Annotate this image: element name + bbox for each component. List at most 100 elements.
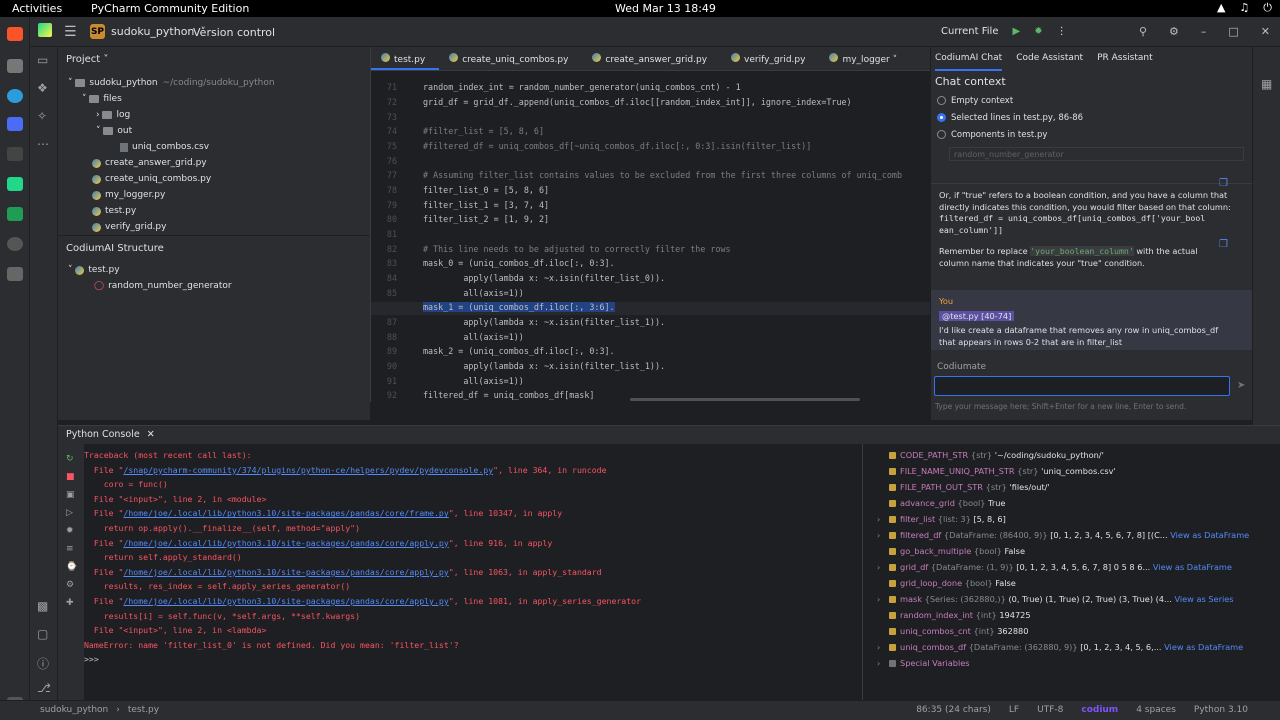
expand-arrow-icon[interactable]: › [877,514,889,524]
codium-chat-icon[interactable]: ▦ [1261,77,1272,91]
minimize-icon[interactable]: – [1201,25,1207,38]
git-icon[interactable]: ⎇ [37,681,51,695]
editor-horizontal-scrollbar[interactable] [630,398,860,401]
trash-icon[interactable] [7,267,23,281]
code-line[interactable]: filter_list_1 = [3, 7, 4] [423,200,549,210]
problems-icon[interactable]: ⓘ [37,655,49,672]
variable-row[interactable]: › Special Variables [877,658,970,668]
expand-arrow-icon[interactable]: › [877,642,889,652]
code-line[interactable]: #filtered_df = uniq_combos_df[~uniq_comb… [423,141,811,151]
tree-item-py[interactable]: create_answer_grid.py [58,155,370,171]
variable-row[interactable]: advance_grid {bool} True [877,498,1005,508]
variable-row[interactable]: › filtered_df {DataFrame: (86400, 9)} [0,… [877,530,1249,540]
code-area[interactable]: 71 random_index_int = random_number_gene… [371,80,931,402]
line-separator[interactable]: LF [1009,705,1019,715]
add-console-icon[interactable]: ✚ [66,598,74,608]
version-control-menu[interactable]: Version control [193,26,275,39]
maximize-icon[interactable]: □ [1228,25,1238,38]
tab-codiumai-chat[interactable]: CodiumAI Chat [935,53,1003,71]
traceback-file-link[interactable]: /home/joe/.local/lib/python3.10/site-pac… [123,538,448,548]
context-option-selected-lines[interactable]: Selected lines in test.py, 86-86 [931,109,1252,126]
variable-row[interactable]: grid_loop_done {bool} False [877,578,1016,588]
code-line[interactable]: all(axis=1)) [423,288,524,298]
power-icon[interactable]: ⏻ [1263,1,1272,15]
context-option-components[interactable]: Components in test.py [931,126,1252,143]
tree-item-csv[interactable]: uniq_combos.csv [58,139,370,155]
system-tray[interactable]: ▲ ♫ ⏻ [1217,1,1272,15]
view-as-link[interactable]: View as Series [1174,594,1233,604]
code-line[interactable]: grid_df = grid_df._append(uniq_combos_df… [423,97,852,107]
terminal-icon[interactable] [7,147,23,161]
structure-symbol[interactable]: ◯ random_number_generator [58,278,370,294]
project-tool-icon[interactable]: ▭ [37,53,48,67]
codium-tool-icon[interactable]: ✧ [37,109,47,123]
execute-icon[interactable]: ▷ [66,508,73,518]
variable-row[interactable]: random_index_int {int} 194725 [877,610,1031,620]
code-line[interactable]: filtered_df = uniq_combos_df[mask] [423,390,594,400]
more-tools-icon[interactable]: ⋯ [37,137,49,151]
network-icon[interactable]: ▲ [1217,1,1225,15]
codium-status[interactable]: codium [1081,705,1118,715]
expand-arrow-icon[interactable]: › [877,562,889,572]
activities-button[interactable]: Activities [12,2,62,15]
tree-item-py[interactable]: test.py [58,203,370,219]
variable-row[interactable]: go_back_multiple {bool} False [877,546,1025,556]
view-as-link[interactable]: View as DataFrame [1164,642,1243,652]
pycharm-dock-icon[interactable] [7,177,23,191]
code-line[interactable]: filter_list_0 = [5, 8, 6] [423,185,549,195]
expand-arrow-icon[interactable]: › [877,658,889,668]
code-line[interactable]: random_index_int = random_number_generat… [423,82,741,92]
tree-item-out[interactable]: ˅ out [58,123,370,139]
expand-arrow-icon[interactable]: › [877,594,889,604]
code-line[interactable]: all(axis=1)) [423,332,524,342]
copy-icon[interactable]: ❐ [1219,178,1228,189]
code-line[interactable]: apply(lambda x: ~x.isin(filter_list_1)). [423,317,665,327]
breadcrumb-file[interactable]: test.py [128,705,159,715]
tree-item-log[interactable]: › log [58,107,370,123]
variable-row[interactable]: › grid_df {DataFrame: (1, 9)} [0, 1, 2, 3… [877,562,1232,572]
more-icon[interactable]: ⋮ [1057,26,1067,37]
tab-pr-assistant[interactable]: PR Assistant [1097,53,1153,71]
file-reference-chip[interactable]: @test.py [40-74] [939,310,1015,321]
stop-icon[interactable]: ■ [66,472,75,482]
tab-verify-grid[interactable]: verify_grid.py [721,47,819,70]
project-selector[interactable]: SP sudoku_python ˅ [90,24,206,39]
interpreter[interactable]: Python 3.10 [1194,705,1248,715]
traceback-file-link[interactable]: /home/joe/.local/lib/python3.10/site-pac… [123,508,448,518]
layout-icon[interactable]: ▣ [66,490,75,500]
breadcrumb-project[interactable]: sudoku_python [40,705,108,715]
view-as-link[interactable]: View as DataFrame [1153,562,1232,572]
variable-row[interactable]: › uniq_combos_df {DataFrame: (362880, 9)}… [877,642,1243,652]
search-icon[interactable]: ⚲ [1139,25,1147,38]
code-line[interactable]: # This line needs to be adjusted to corr… [423,244,731,254]
variable-row[interactable]: CODE_PATH_STR {str} '~/coding/sudoku_pyt… [877,450,1104,460]
traceback-file-link[interactable]: /home/joe/.local/lib/python3.10/site-pac… [123,596,448,606]
variable-row[interactable]: › mask {Series: (362880,)} (0, True) (1, … [877,594,1234,604]
tab-my-logger[interactable]: my_logger ˅ [819,47,911,70]
tree-item-py[interactable]: verify_grid.py [58,219,370,235]
code-line-current[interactable]: mask_1 = (uniq_combos_df.iloc[:, 3:6]. [423,302,615,312]
variable-row[interactable]: › filter_list {list: 3} [5, 8, 6] [877,514,1006,524]
traceback-file-link[interactable]: /home/joe/.local/lib/python3.10/site-pac… [123,567,448,577]
code-line[interactable]: apply(lambda x: ~x.isin(filter_list_0)). [423,273,665,283]
expand-arrow-icon[interactable]: › [877,530,889,540]
main-menu-icon[interactable]: ☰ [64,24,77,40]
indent-setting[interactable]: 4 spaces [1136,705,1176,715]
run-icon[interactable]: ▶ [1012,26,1020,37]
code-line[interactable]: apply(lambda x: ~x.isin(filter_list_1)). [423,361,665,371]
context-option-empty[interactable]: Empty context [931,92,1252,109]
code-line[interactable]: filter_list_2 = [1, 9, 2] [423,214,549,224]
close-tab-icon[interactable]: ✕ [147,429,155,440]
console-prompt[interactable]: >>> [84,652,854,667]
file-encoding[interactable]: UTF-8 [1037,705,1063,715]
code-line[interactable]: # Assuming filter_list contains values t… [423,170,902,180]
history-icon[interactable]: ⌚ [66,562,77,572]
rerun-icon[interactable]: ↻ [66,454,74,464]
tab-create-answer-grid[interactable]: create_answer_grid.py [582,47,721,70]
tree-item-files[interactable]: ˅ files [58,91,370,107]
view-as-link[interactable]: View as DataFrame [1170,530,1249,540]
debug-icon[interactable]: ✹ [66,526,74,536]
app-icon[interactable] [7,89,23,103]
console-output[interactable]: Traceback (most recent call last): File … [84,448,854,667]
python-console-tool-icon[interactable]: ▩ [37,599,48,613]
